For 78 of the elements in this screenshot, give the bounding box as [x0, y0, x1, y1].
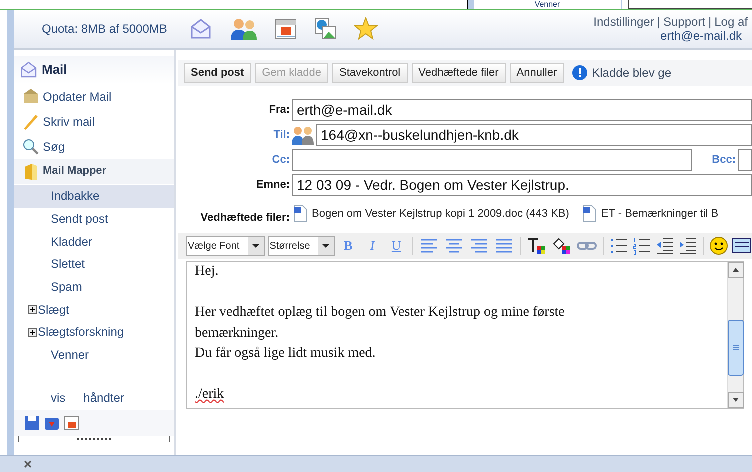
document-icon[interactable]: [293, 205, 309, 223]
scroll-down-icon[interactable]: [728, 392, 744, 408]
field-label: Vedhæftede filer:: [200, 210, 290, 226]
input-field[interactable]: 164@xn--buskelundhjen-knb.dk: [316, 124, 752, 146]
input-field[interactable]: erth@e-mail.dk: [292, 99, 752, 121]
body-text: Du får også lige lidt musik med.: [195, 345, 377, 363]
editor-area[interactable]: Hej. Her vedhæftet oplæg til bogen om Vester Kejlstrup og mine første bemærkninger. Du får også lige lidt musik med. ./erik: [186, 261, 744, 409]
sidebar-link[interactable]: vis: [51, 388, 66, 406]
scroll-up-icon[interactable]: [728, 262, 744, 278]
folder-item[interactable]: Slægtsforskning: [14, 321, 174, 344]
field-label: Til:: [272, 128, 290, 143]
expand-icon[interactable]: [28, 328, 37, 337]
dropdown[interactable]: Størrelse: [268, 236, 335, 256]
folder-item[interactable]: Venner: [14, 344, 174, 366]
body-text: Her vedhæftet oplæg til bogen om Vester Kejlstrup og mine første bemærkninger.: [195, 304, 566, 342]
sidebar-link[interactable]: håndter: [84, 388, 124, 406]
search-icon[interactable]: [22, 138, 40, 156]
document-icon[interactable]: [582, 205, 598, 223]
input-field[interactable]: [292, 149, 692, 171]
indent-icon[interactable]: [678, 236, 698, 256]
bullet-list-icon[interactable]: [609, 236, 630, 256]
input-field[interactable]: 12 03 09 - Vedr. Bogen om Vester Kejlstrup.: [292, 174, 752, 196]
close-button[interactable]: ×: [24, 457, 32, 471]
contacts-icon[interactable]: [230, 17, 258, 41]
calendar-icon[interactable]: [64, 414, 80, 430]
attachment-link[interactable]: Bogen om Vester Kejlstrup kopi 1 2009.doc (443 KB): [293, 205, 570, 223]
caret-icon[interactable]: [318, 237, 334, 255]
field-label: Emne:: [255, 178, 290, 193]
image-icon[interactable]: [732, 236, 752, 256]
attachment-link[interactable]: ET - Bemærkninger til B: [582, 205, 719, 223]
outdent-icon[interactable]: [655, 236, 676, 256]
toolbar-button[interactable]: Stavekontrol: [332, 63, 408, 83]
header-link[interactable]: Log af: [714, 15, 748, 29]
status-notice: Kladde blev ge: [592, 65, 672, 82]
quota-text: Quota: 8MB af 5000MB: [42, 21, 168, 38]
toolbar-button[interactable]: Annuller: [510, 63, 564, 83]
sidebar-title: Mail: [42, 61, 68, 80]
envelope-icon[interactable]: [20, 61, 38, 79]
expand-icon[interactable]: [28, 305, 37, 314]
star-icon[interactable]: [354, 17, 378, 41]
sidebar-link[interactable]: Opdater Mail: [14, 84, 174, 109]
folder-item[interactable]: Slettet: [14, 253, 174, 276]
info-icon[interactable]: [572, 65, 588, 81]
body-text: Hej.: [195, 263, 220, 281]
contacts-icon[interactable]: [291, 125, 315, 145]
section-title: Mail Mapper: [43, 164, 107, 180]
body-text: ./erik: [195, 386, 226, 404]
field-label: Bcc:: [711, 152, 736, 168]
link-separator: |: [657, 15, 660, 29]
field-label: Fra:: [268, 102, 290, 118]
calendar-icon[interactable]: [274, 17, 298, 41]
save-icon[interactable]: [24, 414, 40, 430]
header-link[interactable]: Indstillinger: [594, 15, 654, 29]
numbered-list-icon[interactable]: [632, 236, 652, 256]
sidebar-link[interactable]: Skriv mail: [14, 109, 174, 134]
folder-label: Venner: [534, 1, 560, 9]
field-label: Cc:: [271, 152, 290, 168]
input-field[interactable]: [738, 149, 752, 171]
sidebar-link[interactable]: Søg: [14, 134, 174, 159]
folder-item[interactable]: Spam: [14, 276, 174, 298]
envelope-icon[interactable]: [190, 18, 214, 40]
mailbox-icon[interactable]: [22, 88, 40, 106]
images-icon[interactable]: [314, 17, 338, 41]
smiley-icon[interactable]: [708, 236, 729, 256]
user-email: erth@e-mail.dk: [660, 29, 742, 43]
folder-item[interactable]: Sendt post: [14, 208, 174, 230]
toolbar-button[interactable]: Vedhæftede filer: [412, 63, 506, 83]
folder-item[interactable]: Kladder: [14, 230, 174, 254]
folder-item[interactable]: Indbakke: [14, 185, 174, 208]
folder-item[interactable]: Slægt: [14, 298, 174, 322]
dropdown-value: Vælge Font: [187, 240, 241, 254]
toolbar-button[interactable]: Send post: [184, 63, 252, 83]
caret-icon[interactable]: [248, 237, 264, 255]
scroll-thumb[interactable]: [728, 320, 744, 376]
link-separator: |: [708, 15, 712, 29]
dropdown-value: Størrelse: [268, 240, 312, 254]
header-link[interactable]: Support: [663, 15, 706, 29]
dropdown[interactable]: Vælge Font: [186, 236, 265, 256]
